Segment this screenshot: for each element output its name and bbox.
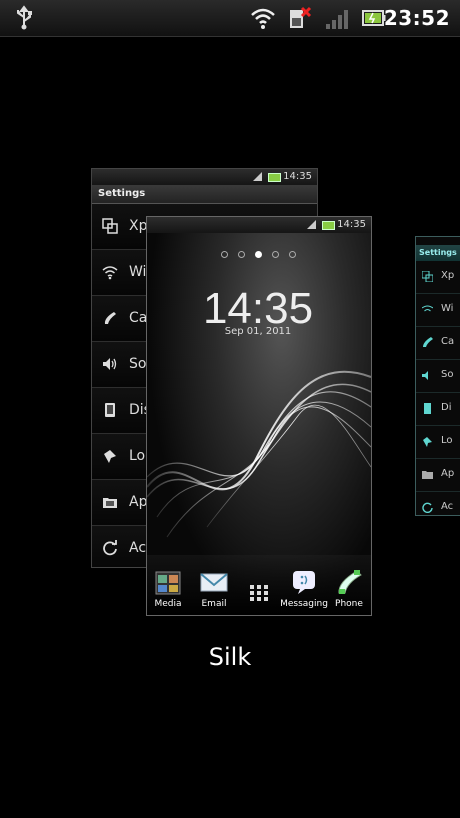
battery-icon xyxy=(362,10,386,26)
page-dot xyxy=(271,251,279,258)
status-time: 23:52 xyxy=(383,6,450,30)
recent-app-right-card[interactable]: Settings Xp Wi Ca So Di Lo Ap Ac xyxy=(415,236,460,516)
usb-icon xyxy=(17,5,32,30)
page-dot xyxy=(288,251,296,258)
xperia-icon xyxy=(102,218,118,234)
card-status-time: 14:35 xyxy=(337,219,366,230)
no-sim-icon xyxy=(290,6,312,28)
right-card-title: Settings xyxy=(416,245,460,261)
card-status-bar: 14:35 xyxy=(92,169,317,185)
signal-icon xyxy=(307,220,316,229)
dock-item-media[interactable]: Media xyxy=(147,568,193,609)
home-dock: Media Email Messaging Phone xyxy=(147,555,371,615)
page-dot xyxy=(237,251,245,258)
media-folder-icon xyxy=(155,571,181,595)
page-dot-active xyxy=(254,251,262,258)
phone-icon xyxy=(338,570,362,594)
call-icon xyxy=(104,312,116,324)
home-page-indicator xyxy=(146,243,370,262)
right-item: Ac xyxy=(416,492,460,515)
battery-icon xyxy=(322,221,335,230)
battery-icon xyxy=(268,173,281,182)
sound-icon xyxy=(422,371,428,380)
display-icon xyxy=(424,403,431,414)
right-item: Wi xyxy=(416,294,460,327)
call-icon xyxy=(423,337,433,347)
location-icon xyxy=(104,450,116,463)
right-item: Lo xyxy=(416,426,460,459)
right-item: Ca xyxy=(416,327,460,360)
status-bar: 23:52 xyxy=(0,0,460,37)
card-status-bar: 14:35 xyxy=(147,217,371,233)
selected-app-label: Silk xyxy=(208,643,252,671)
apps-icon xyxy=(103,498,117,508)
xperia-wave-wallpaper xyxy=(147,370,371,538)
dock-item-phone[interactable]: Phone xyxy=(324,568,371,609)
messaging-icon xyxy=(293,571,315,594)
wifi-icon xyxy=(251,8,275,29)
card-status-time: 14:35 xyxy=(283,171,312,182)
right-item: Ap xyxy=(416,459,460,492)
display-icon xyxy=(105,403,115,417)
sync-icon xyxy=(422,502,433,513)
signal-icon xyxy=(253,172,262,181)
email-icon xyxy=(200,573,228,592)
recent-app-home-card[interactable]: 14:35 Media Email Messaging Phone xyxy=(146,216,372,616)
dock-item-email[interactable]: Email xyxy=(189,568,239,609)
dock-item-messaging[interactable]: Messaging xyxy=(279,568,329,609)
page-dot xyxy=(220,251,228,258)
right-item: Di xyxy=(416,393,460,426)
xperia-icon xyxy=(422,271,433,282)
settings-title: Settings xyxy=(92,185,317,204)
right-item: Xp xyxy=(416,261,460,294)
apps-icon xyxy=(422,471,433,479)
signal-strength-icon xyxy=(326,10,348,29)
sound-icon xyxy=(103,358,117,370)
sync-icon xyxy=(103,540,117,556)
wifi-icon xyxy=(422,305,433,312)
wifi-icon xyxy=(102,266,118,280)
home-date: Sep 01, 2011 xyxy=(224,326,292,337)
app-drawer-icon xyxy=(250,585,268,601)
dock-item-app-drawer[interactable] xyxy=(234,578,284,609)
right-item: So xyxy=(416,360,460,393)
location-icon xyxy=(423,437,432,447)
